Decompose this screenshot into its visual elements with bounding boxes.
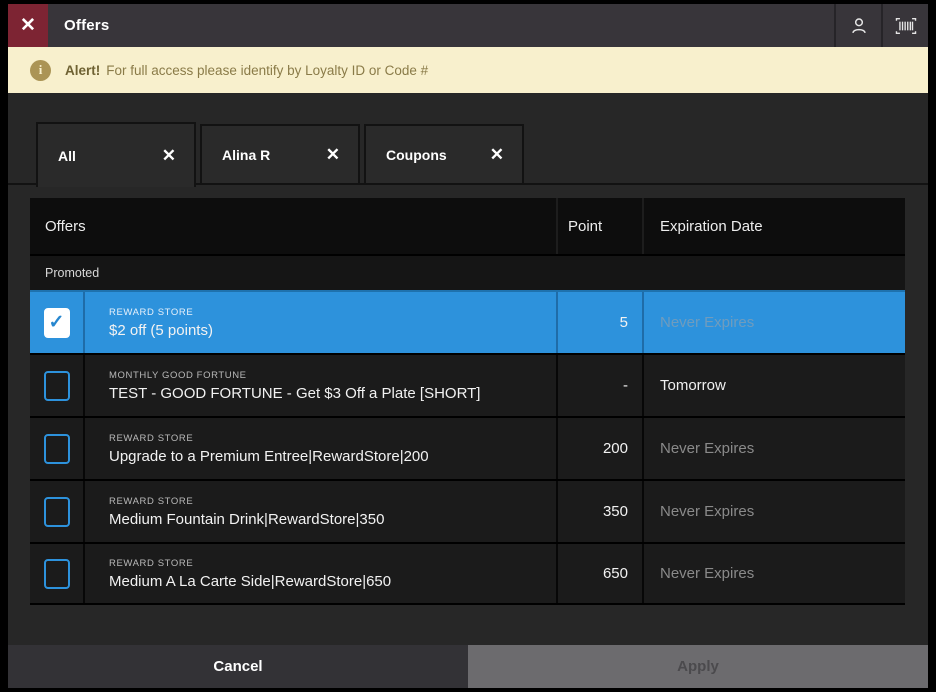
- checkbox-cell: ✓: [30, 292, 85, 353]
- user-icon: [848, 15, 870, 37]
- checkbox-cell: [30, 418, 85, 479]
- table-header-row: Offers Point Expiration Date: [30, 198, 905, 254]
- tab-all[interactable]: All ✕: [36, 122, 196, 187]
- tab-close-icon[interactable]: ✕: [490, 145, 504, 165]
- offer-point: 650: [556, 544, 642, 603]
- offer-expiration: Never Expires: [642, 544, 905, 603]
- offer-point: 5: [556, 292, 642, 353]
- apply-button[interactable]: Apply: [468, 645, 928, 688]
- alert-prefix: Alert!: [65, 63, 100, 78]
- barcode-scan-icon: [893, 15, 919, 37]
- expiration-text: Never Expires: [660, 440, 754, 457]
- offer-title: Medium A La Carte Side|RewardStore|650: [109, 573, 556, 590]
- offer-row[interactable]: REWARD STORE Medium A La Carte Side|Rewar…: [30, 542, 905, 605]
- expiration-text: Tomorrow: [660, 377, 726, 394]
- tab-alina-r[interactable]: Alina R ✕: [200, 124, 360, 183]
- offer-cell: MONTHLY GOOD FORTUNE TEST - GOOD FORTUNE …: [85, 355, 556, 416]
- offer-row[interactable]: MONTHLY GOOD FORTUNE TEST - GOOD FORTUNE …: [30, 353, 905, 416]
- offer-checkbox[interactable]: [44, 434, 70, 464]
- offer-checkbox[interactable]: [44, 559, 70, 589]
- user-lookup-button[interactable]: [836, 4, 881, 47]
- alert-banner: i Alert! For full access please identify …: [8, 47, 928, 93]
- filter-tab-bar: All ✕ Alina R ✕ Coupons ✕: [8, 122, 928, 185]
- cancel-button[interactable]: Cancel: [8, 645, 468, 688]
- offers-table: Offers Point Expiration Date Promoted ✓ R…: [30, 198, 905, 605]
- action-bar: Cancel Apply: [8, 645, 928, 688]
- offer-point: -: [556, 355, 642, 416]
- tab-close-icon[interactable]: ✕: [162, 146, 176, 166]
- offer-checkbox[interactable]: ✓: [44, 308, 70, 338]
- offer-expiration: Never Expires: [642, 481, 905, 542]
- offer-expiration: Never Expires: [642, 292, 905, 353]
- expiration-text: Never Expires: [660, 565, 754, 582]
- offer-title: Medium Fountain Drink|RewardStore|350: [109, 511, 556, 528]
- checkbox-cell: [30, 544, 85, 603]
- offer-category: REWARD STORE: [109, 433, 556, 444]
- offer-expiration: Never Expires: [642, 418, 905, 479]
- top-bar: ✕ Offers: [8, 4, 928, 47]
- offer-title: Upgrade to a Premium Entree|RewardStore|…: [109, 448, 556, 465]
- offers-dialog: ✕ Offers: [8, 4, 928, 688]
- column-header-offers: Offers: [30, 198, 556, 254]
- offer-point: 350: [556, 481, 642, 542]
- offer-title: $2 off (5 points): [109, 322, 556, 339]
- offer-category: MONTHLY GOOD FORTUNE: [109, 370, 556, 381]
- offer-cell: REWARD STORE $2 off (5 points): [85, 292, 556, 353]
- check-icon: ✓: [49, 311, 65, 334]
- checkbox-cell: [30, 481, 85, 542]
- page-title: Offers: [48, 4, 109, 47]
- offer-row[interactable]: REWARD STORE Upgrade to a Premium Entree|…: [30, 416, 905, 479]
- column-header-expiration: Expiration Date: [642, 198, 905, 254]
- tab-coupons[interactable]: Coupons ✕: [364, 124, 524, 183]
- offer-category: REWARD STORE: [109, 307, 556, 318]
- close-button[interactable]: ✕: [8, 4, 48, 47]
- expiration-text: Never Expires: [660, 503, 754, 520]
- offer-cell: REWARD STORE Medium A La Carte Side|Rewar…: [85, 544, 556, 603]
- offer-category: REWARD STORE: [109, 496, 556, 507]
- offer-row[interactable]: ✓ REWARD STORE $2 off (5 points)5 Never Exp…: [30, 290, 905, 353]
- column-header-point: Point: [556, 198, 642, 254]
- offer-title: TEST - GOOD FORTUNE - Get $3 Off a Plate…: [109, 385, 556, 402]
- offer-checkbox[interactable]: [44, 371, 70, 401]
- offer-cell: REWARD STORE Upgrade to a Premium Entree|…: [85, 418, 556, 479]
- alert-body: For full access please identify by Loyal…: [106, 63, 428, 78]
- close-icon: ✕: [20, 14, 36, 37]
- expiration-text: Never Expires: [660, 314, 754, 331]
- offer-category: REWARD STORE: [109, 558, 556, 569]
- tab-label: All: [58, 148, 76, 164]
- offer-point: 200: [556, 418, 642, 479]
- info-icon: i: [30, 60, 51, 81]
- offers-rows: ✓ REWARD STORE $2 off (5 points)5 Never Exp…: [30, 290, 905, 605]
- topbar-spacer: [109, 4, 834, 47]
- offer-checkbox[interactable]: [44, 497, 70, 527]
- offer-row[interactable]: REWARD STORE Medium Fountain Drink|Reward…: [30, 479, 905, 542]
- section-header-promoted: Promoted: [30, 254, 905, 290]
- alert-message: Alert! For full access please identify by…: [65, 63, 428, 78]
- tab-label: Alina R: [222, 147, 270, 163]
- barcode-scan-button[interactable]: [883, 4, 928, 47]
- tab-label: Coupons: [386, 147, 447, 163]
- offer-expiration: Tomorrow: [642, 355, 905, 416]
- checkbox-cell: [30, 355, 85, 416]
- tab-close-icon[interactable]: ✕: [326, 145, 340, 165]
- content-spacer: [8, 605, 928, 645]
- offer-cell: REWARD STORE Medium Fountain Drink|Reward…: [85, 481, 556, 542]
